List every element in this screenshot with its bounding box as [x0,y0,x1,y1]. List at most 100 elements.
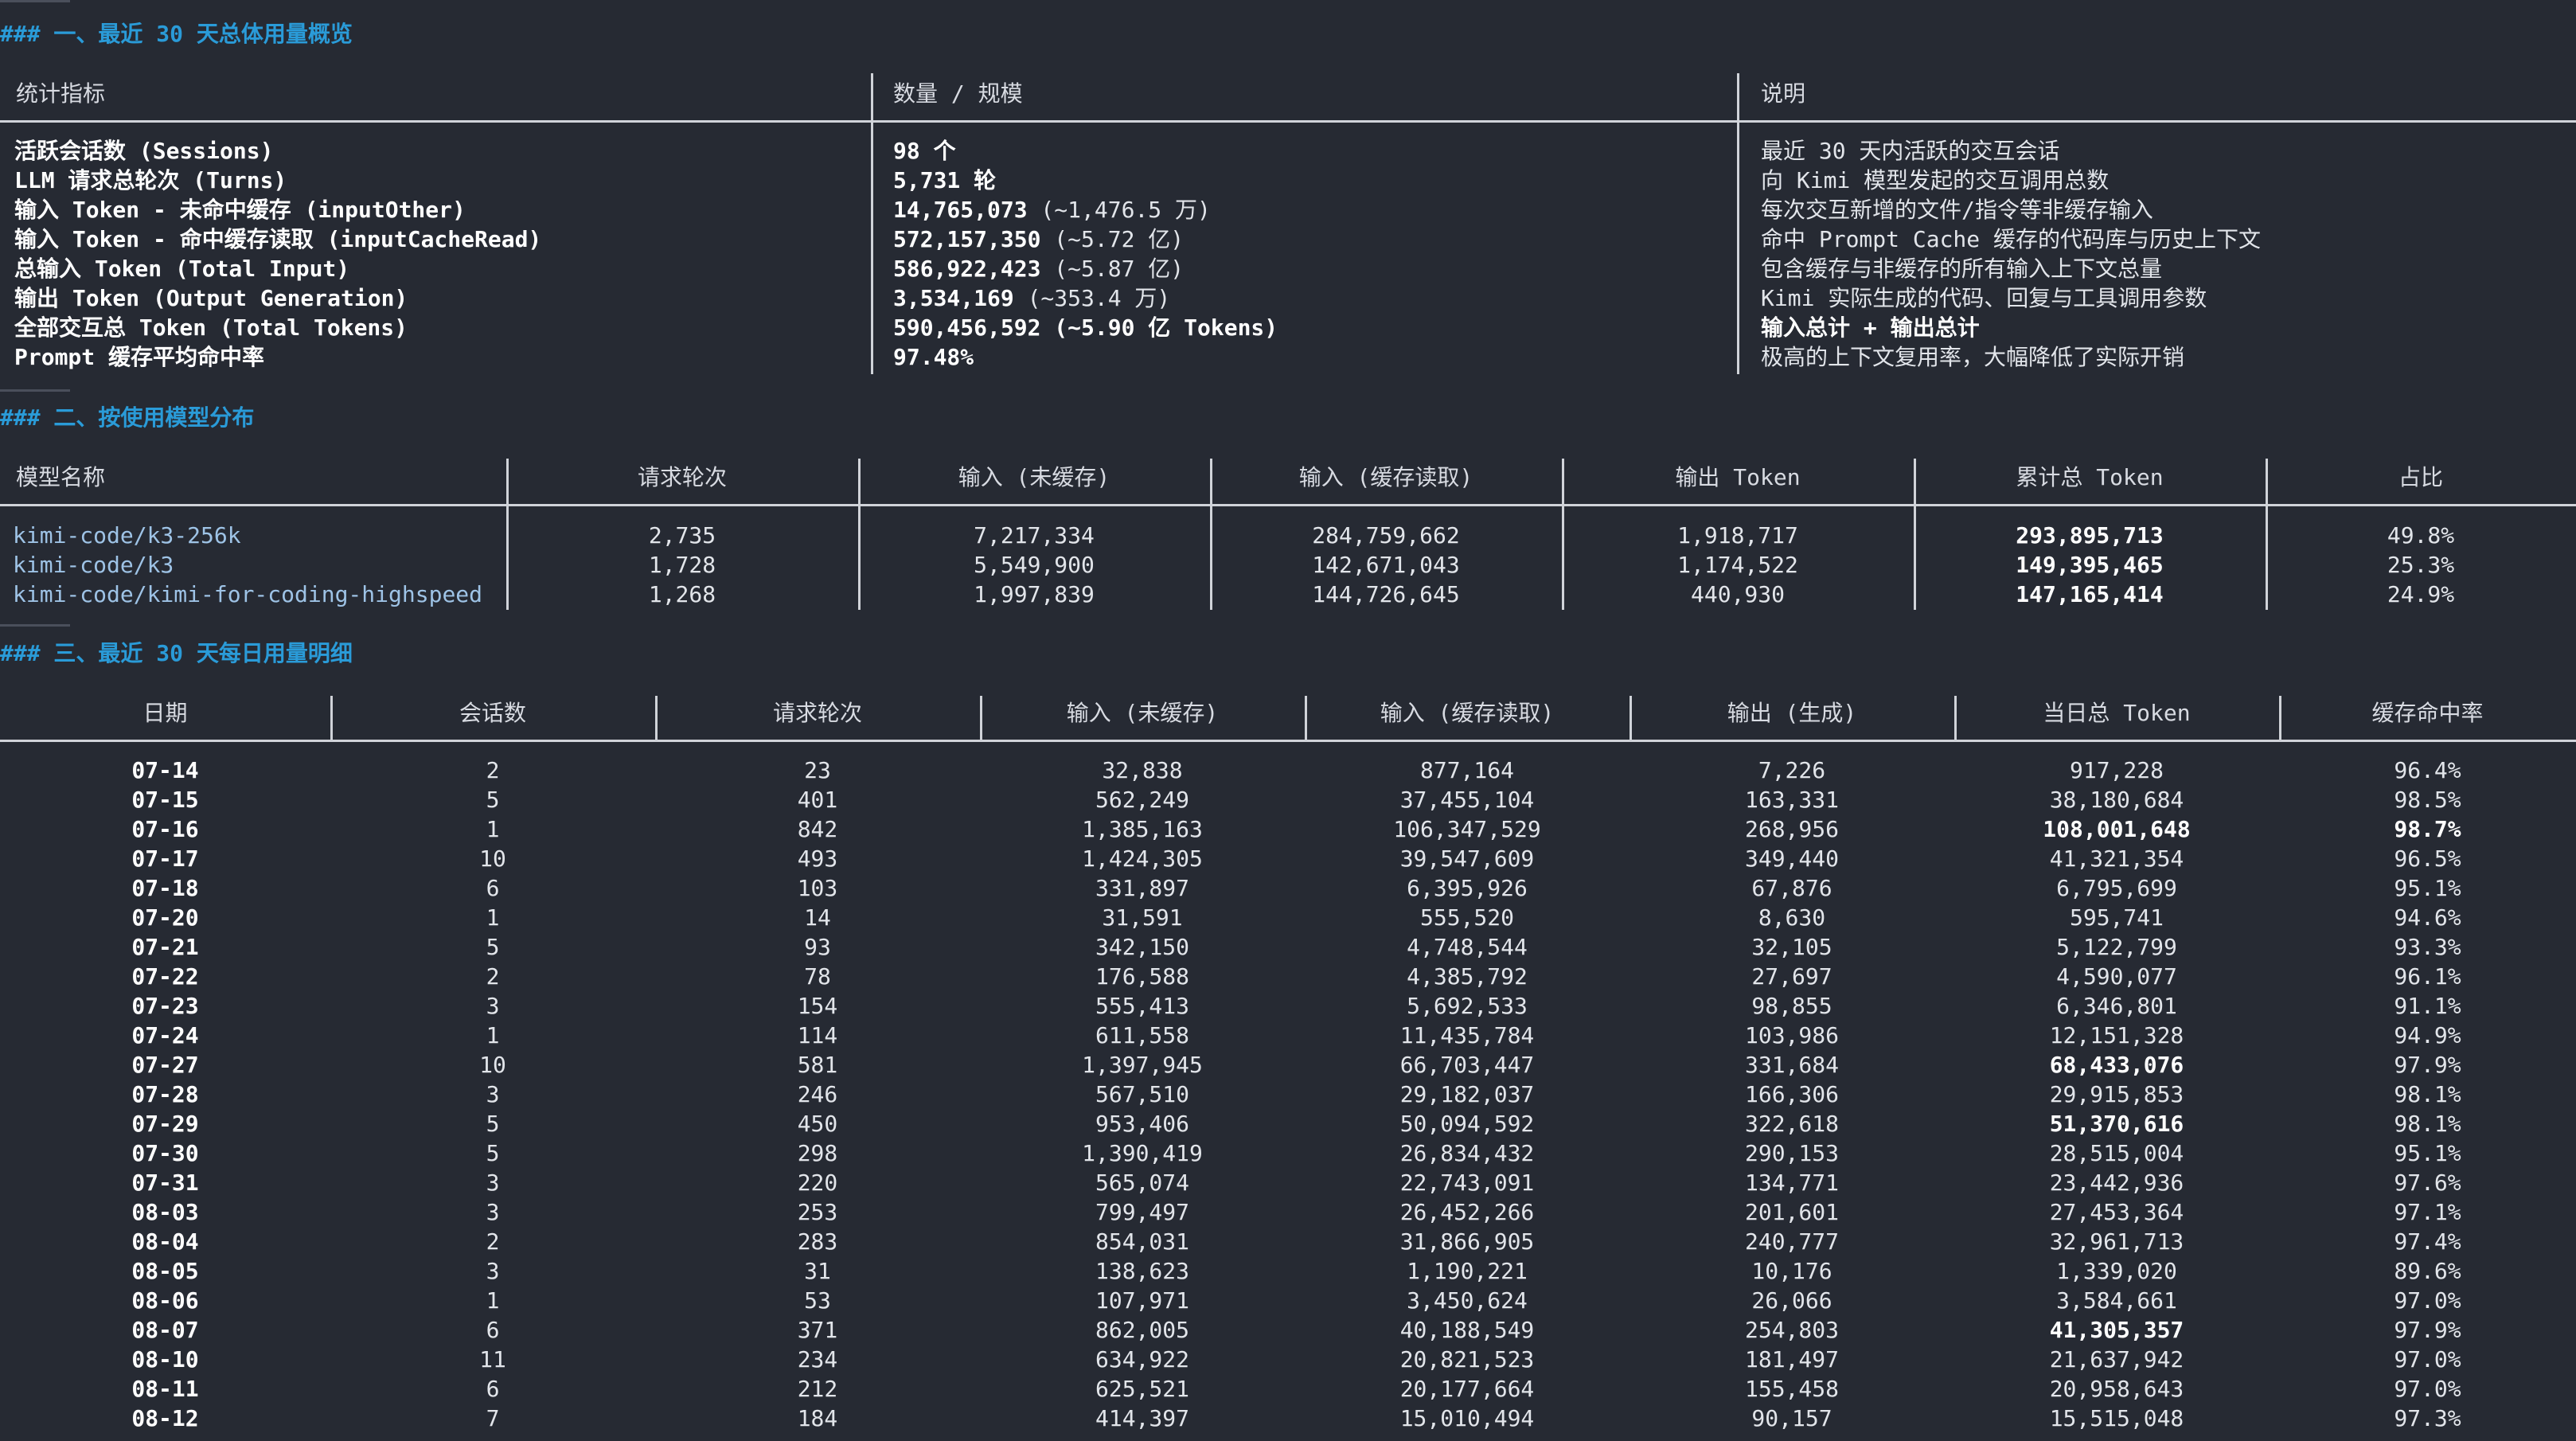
daily-output: 349,440 [1744,845,1839,872]
daily-input-other: 414,397 [1095,1405,1189,1431]
daily-sessions: 6 [486,1376,500,1402]
model-output: 1,918,717 [1677,522,1798,549]
metric-value-main: 3,534,169 [893,285,1014,311]
daily-input-cache: 6,395,926 [1407,875,1528,901]
metric-value: 3,534,169 (~353.4 万) [893,283,1170,313]
daily-input-other: 562,249 [1095,787,1189,813]
daily-total: 12,151,328 [2049,1022,2184,1049]
daily-sessions: 2 [486,1228,500,1255]
daily-total: 28,515,004 [2049,1140,2184,1166]
daily-turns: 93 [804,934,831,960]
daily-hit: 94.9% [2394,1022,2461,1049]
daily-output: 268,956 [1744,816,1839,842]
daily-header-cell: 日期 [142,700,188,726]
metric-value: 98 个 [893,136,956,166]
daily-total: 4,590,077 [2056,963,2177,990]
daily-turns: 493 [797,845,838,872]
daily-sessions: 3 [486,1199,500,1225]
metric-label: 活跃会话数 (Sessions) [14,138,274,164]
daily-date: 07-28 [131,1081,199,1107]
daily-hit: 98.7% [2394,816,2461,842]
daily-input-cache: 26,834,432 [1399,1140,1535,1166]
model-output: 440,930 [1690,581,1785,607]
models-header-cell: 占比 [2398,464,2443,490]
overview-header-desc: 说明 [1761,80,1806,107]
daily-input-cache: 22,743,091 [1399,1170,1535,1196]
daily-date: 07-29 [131,1111,199,1137]
daily-sessions: 1 [486,816,500,842]
model-input-cache: 144,726,645 [1312,581,1460,607]
daily-input-cache: 4,748,544 [1407,934,1528,960]
daily-hit: 95.1% [2394,875,2461,901]
metric-description: 向 Kimi 模型发起的交互调用总数 [1761,167,2110,193]
model-total: 149,395,465 [2016,552,2164,578]
daily-output: 7,226 [1758,757,1826,783]
models-header-cell: 输入 (未缓存) [958,464,1110,490]
daily-sessions: 3 [486,993,500,1019]
daily-input-cache: 31,866,905 [1399,1228,1535,1255]
daily-hit: 97.6% [2394,1170,2461,1196]
daily-sessions: 5 [486,934,500,960]
daily-header-rule [0,740,2576,742]
model-total: 147,165,414 [2016,581,2164,607]
daily-hit: 98.1% [2394,1111,2461,1137]
daily-header-cell: 输入 (未缓存) [1066,700,1219,726]
daily-sessions: 3 [486,1258,500,1284]
metric-value-main: 98 个 [893,138,956,164]
daily-hit: 91.1% [2394,993,2461,1019]
metric-value-main: 590,456,592 (~5.90 亿 Tokens) [893,314,1278,341]
daily-input-cache: 39,547,609 [1399,845,1535,872]
daily-turns: 298 [797,1140,838,1166]
metric-label: 全部交互总 Token (Total Tokens) [14,314,408,341]
daily-hit: 93.3% [2394,934,2461,960]
metric-value-main: 14,765,073 [893,197,1028,223]
daily-input-other: 567,510 [1095,1081,1189,1107]
daily-input-cache: 5,692,533 [1407,993,1528,1019]
daily-total: 41,305,357 [2049,1317,2184,1343]
daily-sessions: 6 [486,875,500,901]
metric-value: 590,456,592 (~5.90 亿 Tokens) [893,313,1278,342]
daily-total: 6,795,699 [2056,875,2177,901]
metric-value-approx: (~1,476.5 万) [1027,197,1211,223]
daily-input-cache: 555,520 [1419,904,1514,931]
daily-date: 07-17 [131,845,199,872]
daily-turns: 78 [804,963,831,990]
model-share: 25.3% [2387,552,2455,578]
daily-input-other: 1,424,305 [1082,845,1203,872]
daily-input-cache: 106,347,529 [1393,816,1541,842]
daily-input-cache: 11,435,784 [1399,1022,1535,1049]
overview-col-divider-1 [871,73,873,374]
daily-output: 201,601 [1744,1199,1839,1225]
section-heading-overview: ### 一、最近 30 天总体用量概览 [0,21,353,47]
daily-sessions: 5 [486,787,500,813]
daily-input-other: 176,588 [1095,963,1189,990]
daily-input-cache: 1,190,221 [1407,1258,1528,1284]
daily-hit: 96.5% [2394,845,2461,872]
daily-header-cell: 会话数 [459,700,526,726]
daily-col-divider [1630,696,1632,740]
daily-date: 08-10 [131,1346,199,1373]
metric-description: 极高的上下文复用率，大幅降低了实际开销 [1761,344,2185,370]
daily-input-cache: 66,703,447 [1399,1052,1535,1078]
daily-input-other: 854,031 [1095,1228,1189,1255]
daily-total: 1,339,020 [2056,1258,2177,1284]
metric-value-main: 97.48% [893,344,974,370]
metric-label: 输出 Token (Output Generation) [14,285,408,311]
daily-input-other: 331,897 [1095,875,1189,901]
daily-input-other: 1,390,419 [1082,1140,1203,1166]
daily-input-other: 138,623 [1095,1258,1189,1284]
model-total: 293,895,713 [2016,522,2164,549]
daily-input-cache: 37,455,104 [1399,787,1535,813]
daily-col-divider [1954,696,1957,740]
daily-hit: 94.6% [2394,904,2461,931]
metric-value-main: 586,922,423 [893,256,1041,282]
daily-input-cache: 4,385,792 [1407,963,1528,990]
metric-description: 每次交互新增的文件/指令等非缓存输入 [1761,197,2153,223]
daily-total: 917,228 [2069,757,2164,783]
metric-value: 5,731 轮 [893,166,996,195]
daily-input-cache: 20,177,664 [1399,1376,1535,1402]
daily-input-cache: 15,010,494 [1399,1405,1535,1431]
daily-output: 27,697 [1751,963,1832,990]
daily-total: 21,637,942 [2049,1346,2184,1373]
daily-sessions: 2 [486,963,500,990]
